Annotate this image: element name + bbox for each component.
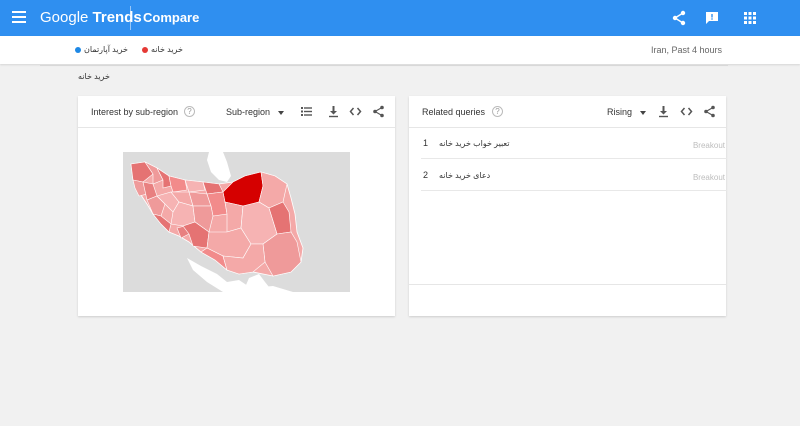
location-time-filter[interactable]: Iran, Past 4 hours <box>651 44 722 56</box>
share-icon[interactable] <box>372 105 385 118</box>
interest-card-title: Interest by sub-region <box>91 107 179 117</box>
related-card-title: Related queries <box>422 107 486 117</box>
section-divider <box>40 65 728 66</box>
embed-icon[interactable] <box>680 105 693 118</box>
query-rank: 1 <box>423 138 429 148</box>
logo-trends-text: Trends <box>92 9 142 26</box>
apps-grid-icon[interactable] <box>742 10 758 26</box>
google-trends-logo[interactable]: Google Trends <box>40 9 142 27</box>
hamburger-menu-icon[interactable] <box>12 11 26 25</box>
term-1-color-dot <box>142 47 148 53</box>
chevron-down-icon[interactable] <box>640 111 646 115</box>
query-text[interactable]: دعای خرید خانه <box>439 170 490 181</box>
section-term-label: خرید خانه <box>78 72 110 81</box>
chevron-down-icon[interactable] <box>278 111 284 115</box>
query-value: Breakout <box>692 173 725 182</box>
help-icon[interactable]: ? <box>492 106 503 117</box>
term-1-label[interactable]: خرید خانه <box>151 45 183 55</box>
query-value: Breakout <box>692 141 725 150</box>
share-icon[interactable] <box>703 105 716 118</box>
query-rank: 2 <box>423 170 429 180</box>
card-footer-divider <box>409 284 726 285</box>
help-icon[interactable]: ? <box>184 106 195 117</box>
top-app-bar: Google Trends Compare <box>0 0 800 36</box>
logo-google-text: Google <box>40 9 89 26</box>
compare-terms-bar: خرید آپارتمان خرید خانه Iran, Past 4 hou… <box>0 36 800 64</box>
embed-icon[interactable] <box>349 105 362 118</box>
iran-subregion-map[interactable] <box>123 152 350 292</box>
download-icon[interactable] <box>327 105 340 118</box>
page-title: Compare <box>143 10 200 25</box>
share-icon[interactable] <box>671 10 687 26</box>
query-row[interactable]: 1 تعبیر خواب خرید خانه Breakout <box>421 128 727 159</box>
list-view-icon[interactable] <box>300 105 313 118</box>
related-queries-card: Related queries ? Rising 1 تعبیر خواب خر… <box>409 96 727 316</box>
term-2-label[interactable]: خرید آپارتمان <box>84 45 128 55</box>
feedback-icon[interactable] <box>704 10 720 26</box>
interest-by-subregion-card: Interest by sub-region ? Sub-region <box>78 96 395 316</box>
header-divider <box>130 6 131 30</box>
download-icon[interactable] <box>657 105 670 118</box>
region-level-select[interactable]: Sub-region <box>226 106 270 118</box>
query-type-select[interactable]: Rising <box>607 106 632 118</box>
query-text[interactable]: تعبیر خواب خرید خانه <box>439 138 510 149</box>
card-header-divider <box>78 127 395 128</box>
query-row[interactable]: 2 دعای خرید خانه Breakout <box>421 160 727 191</box>
term-2-color-dot <box>75 47 81 53</box>
